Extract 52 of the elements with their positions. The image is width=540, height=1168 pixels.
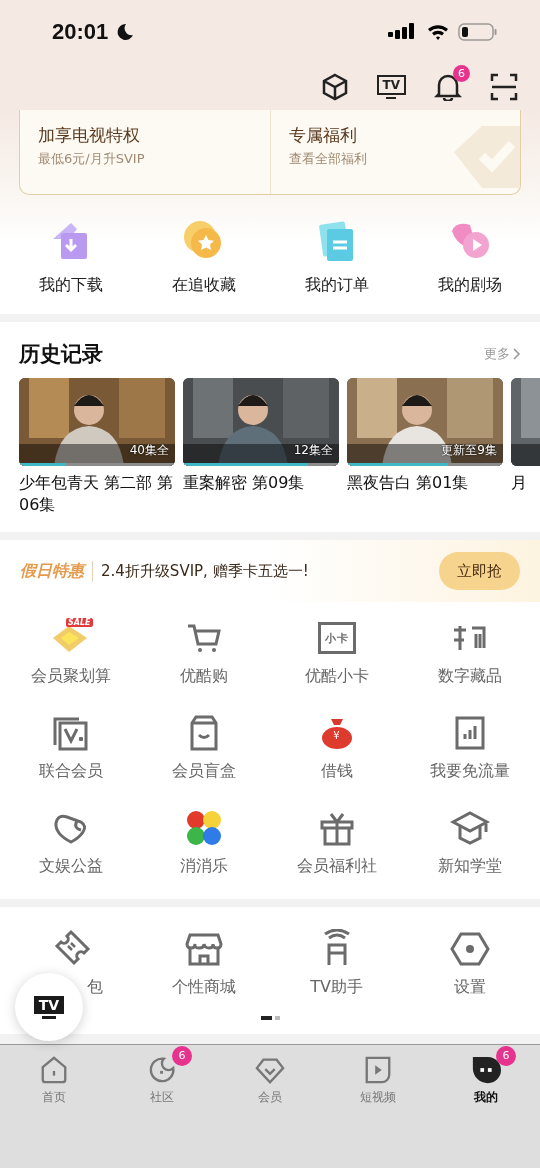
tab[interactable]: 会员 [216, 1045, 324, 1106]
benefit-title[interactable]: 专属福利 [288, 124, 357, 147]
wifi-icon [426, 23, 450, 41]
service-label[interactable]: 借钱 [320, 761, 353, 782]
video-icon [363, 1055, 393, 1085]
section-title: 历史记录 [19, 341, 103, 368]
service-label[interactable]: 我要免流量 [429, 761, 510, 782]
video-title[interactable]: 少年包青天 第二部 第06集 [19, 472, 175, 516]
episode-label: 40集全 [129, 442, 169, 459]
service-label[interactable]: 消消乐 [179, 856, 228, 877]
promo-tag: 假日特惠 [20, 560, 93, 582]
tool-label[interactable]: 包 [86, 977, 103, 998]
cube-icon [320, 73, 349, 101]
tab-badge: 6 [496, 1046, 516, 1066]
episode-label: 12集全 [293, 442, 333, 459]
shortcut-label[interactable]: 在追收藏 [171, 275, 236, 296]
service-label[interactable]: 优酷小卡 [304, 666, 369, 687]
service-label[interactable]: 文娱公益 [38, 856, 103, 877]
chevron-icon [512, 348, 521, 360]
home-icon [39, 1055, 69, 1085]
tab[interactable]: 社区 6 [108, 1045, 216, 1106]
tool-label[interactable]: 个性商城 [171, 977, 236, 998]
tool-label[interactable]: 设置 [453, 977, 486, 998]
battery-icon [458, 23, 498, 41]
video-title[interactable]: 黑夜告白 第01集 [347, 472, 503, 494]
video-title[interactable]: 月 [511, 472, 540, 494]
shortcut-label[interactable]: 我的下载 [38, 275, 103, 296]
shortcut-label[interactable]: 我的订单 [304, 275, 369, 296]
service-label[interactable]: 会员福利社 [296, 856, 377, 877]
tool-label[interactable]: TV助手 [310, 977, 363, 998]
service-label[interactable]: 会员聚划算 [30, 666, 111, 687]
shortcut-label[interactable]: 我的剧场 [437, 275, 502, 296]
tab-badge: 6 [172, 1046, 192, 1066]
video-title[interactable]: 重案解密 第09集 [183, 472, 339, 494]
vip-subtitle: 最低6元/月升SVIP [38, 150, 145, 168]
face-icon [471, 1055, 501, 1085]
benefit-subtitle: 查看全部福利 [288, 150, 367, 168]
notification-badge: 6 [453, 65, 470, 82]
scan-icon [490, 73, 518, 101]
service-label[interactable]: 数字藏品 [437, 666, 502, 687]
promo-text: 2.4折升级SVIP, 赠季卡五选一! [100, 561, 310, 581]
service-label[interactable]: 会员盲盒 [171, 761, 236, 782]
vip-title[interactable]: 加享电视特权 [38, 124, 140, 147]
service-label[interactable]: 联合会员 [38, 761, 103, 782]
clock: 20:01 [52, 19, 109, 45]
service-label[interactable]: 新知学堂 [437, 856, 502, 877]
tab[interactable]: 我的 6 [432, 1045, 540, 1106]
grab-now-button[interactable]: 立即抢 [439, 552, 520, 590]
card-icon: 小卡 [317, 622, 356, 654]
service-label[interactable]: 优酷购 [179, 666, 228, 687]
tab[interactable]: 短视频 [324, 1045, 432, 1106]
tab[interactable]: 首页 [0, 1045, 108, 1106]
